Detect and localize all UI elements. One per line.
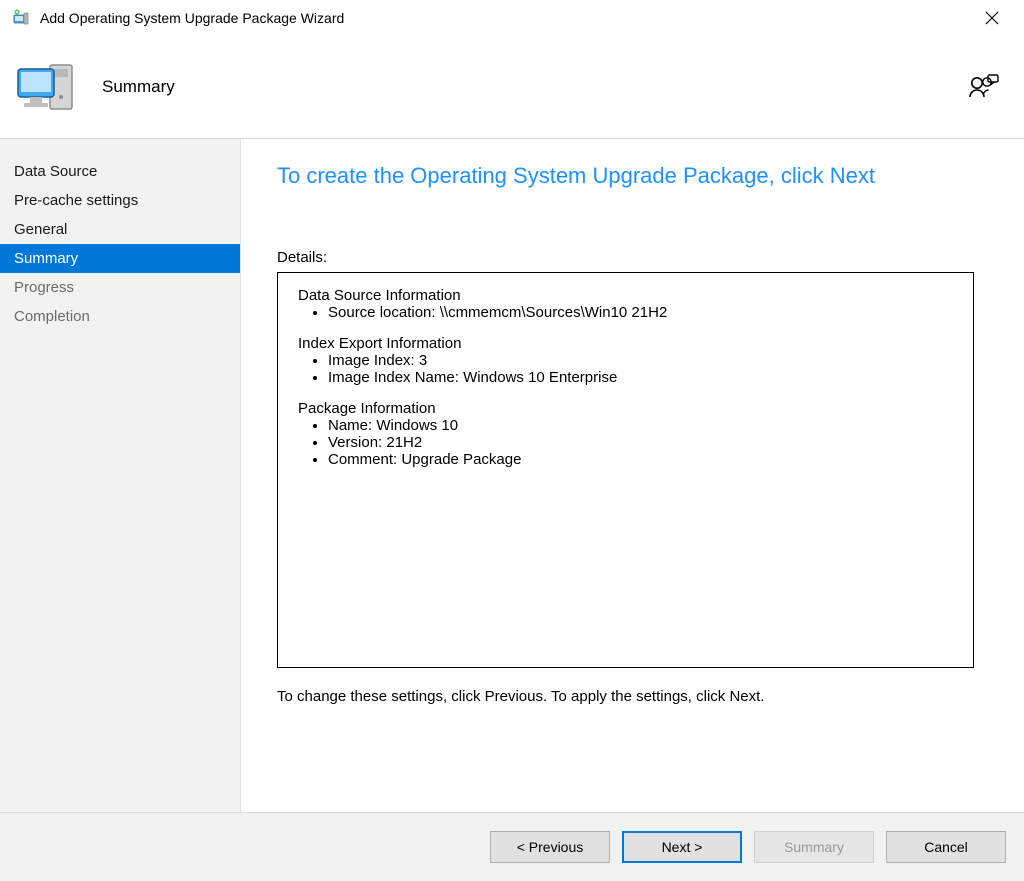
wizard-step[interactable]: Pre-cache settings — [0, 186, 240, 215]
details-item: Image Index: 3 — [328, 352, 953, 369]
wizard-step: Completion — [0, 302, 240, 331]
headline: To create the Operating System Upgrade P… — [277, 163, 974, 189]
summary-button: Summary — [754, 831, 874, 863]
wizard-window: Add Operating System Upgrade Package Wiz… — [0, 0, 1024, 881]
details-section-list: Image Index: 3Image Index Name: Windows … — [298, 352, 953, 386]
wizard-step[interactable]: Data Source — [0, 157, 240, 186]
details-section-title: Data Source Information — [298, 287, 953, 304]
details-box: Data Source InformationSource location: … — [277, 272, 974, 668]
feedback-icon[interactable] — [968, 71, 1000, 103]
details-item: Name: Windows 10 — [328, 417, 953, 434]
window-title: Add Operating System Upgrade Package Wiz… — [40, 10, 970, 26]
close-icon — [985, 11, 999, 25]
hint-text: To change these settings, click Previous… — [277, 688, 974, 705]
wizard-step: Progress — [0, 273, 240, 302]
content-area: To create the Operating System Upgrade P… — [241, 139, 1024, 812]
details-item: Source location: \\cmmemcm\Sources\Win10… — [328, 304, 953, 321]
titlebar: Add Operating System Upgrade Package Wiz… — [0, 0, 1024, 36]
cancel-button[interactable]: Cancel — [886, 831, 1006, 863]
wizard-steps-sidebar: Data SourcePre-cache settingsGeneralSumm… — [0, 139, 241, 812]
details-section-list: Name: Windows 10Version: 21H2Comment: Up… — [298, 417, 953, 468]
header: Summary — [0, 36, 1024, 139]
details-label: Details: — [277, 249, 974, 266]
computer-icon — [12, 51, 84, 123]
wizard-step: Summary — [0, 244, 240, 273]
close-button[interactable] — [970, 3, 1014, 33]
previous-button[interactable]: < Previous — [490, 831, 610, 863]
app-icon — [12, 9, 30, 27]
next-button[interactable]: Next > — [622, 831, 742, 863]
details-item: Version: 21H2 — [328, 434, 953, 451]
page-title: Summary — [102, 77, 968, 97]
details-section-list: Source location: \\cmmemcm\Sources\Win10… — [298, 304, 953, 321]
details-item: Comment: Upgrade Package — [328, 451, 953, 468]
body: Data SourcePre-cache settingsGeneralSumm… — [0, 139, 1024, 812]
footer: < Previous Next > Summary Cancel — [0, 812, 1024, 881]
details-item: Image Index Name: Windows 10 Enterprise — [328, 369, 953, 386]
details-section-title: Package Information — [298, 400, 953, 417]
wizard-step[interactable]: General — [0, 215, 240, 244]
details-section-title: Index Export Information — [298, 335, 953, 352]
